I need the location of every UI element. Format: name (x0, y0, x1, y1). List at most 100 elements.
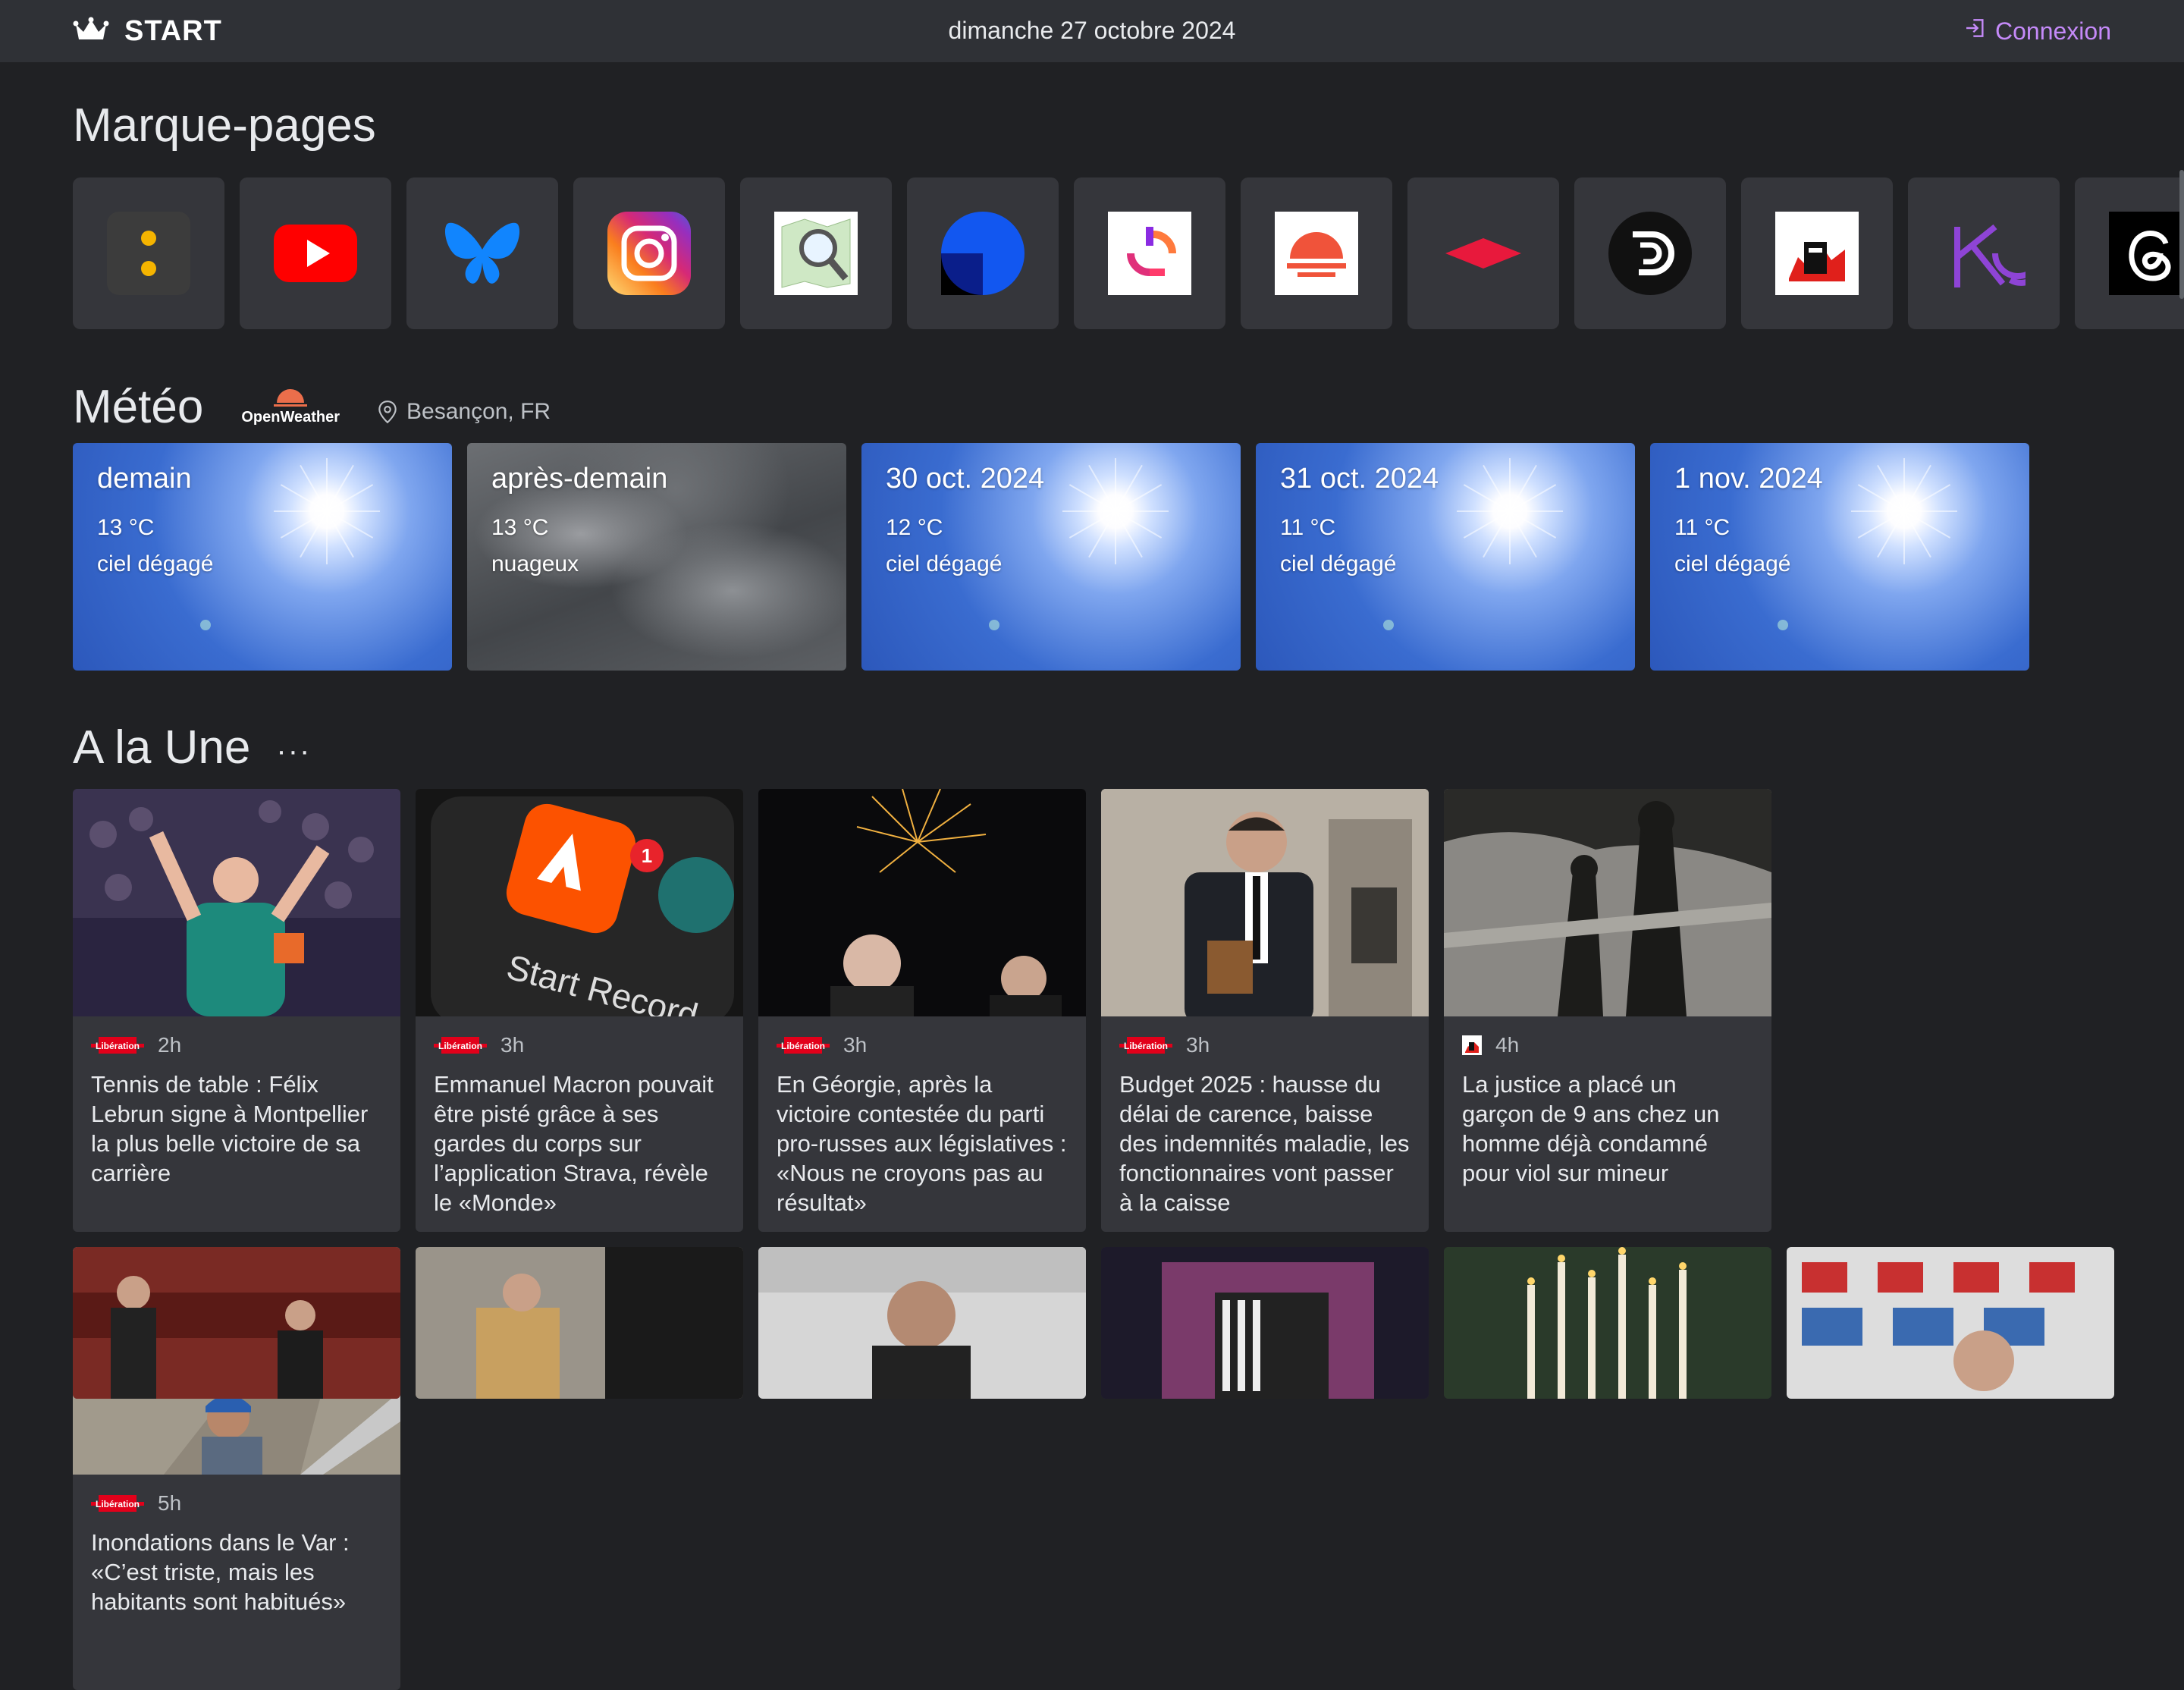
news-grid: Libération 2h Tennis de table : Félix Le… (73, 789, 2111, 1690)
liberation-logo-icon: Libération (1119, 1035, 1172, 1055)
liberation-logo-icon: Libération (434, 1035, 487, 1055)
brand[interactable]: START (73, 0, 222, 62)
newspaper-logo-icon (1775, 212, 1859, 295)
weather-day: 30 oct. 2024 (886, 463, 1045, 495)
bookmark-item[interactable] (1241, 177, 1392, 329)
weather-temp: 11 °C (1280, 515, 1336, 540)
weather-desc: ciel dégagé (886, 551, 1003, 576)
weather-desc: ciel dégagé (1674, 551, 1791, 576)
openweather-logo[interactable]: OpenWeather (241, 388, 340, 426)
news-card[interactable]: Libération 3h En Géorgie, après la victo… (758, 789, 1086, 1232)
bookmark-item[interactable] (1741, 177, 1893, 329)
bookmark-item[interactable] (240, 177, 391, 329)
news-card[interactable] (416, 1247, 743, 1399)
openweather-icon (274, 388, 308, 407)
weather-card[interactable]: demain 13 °C ciel dégagé (73, 443, 452, 671)
location-pin-icon (378, 401, 397, 424)
news-header: A la Une ··· (73, 713, 311, 781)
bookmark-item[interactable] (1574, 177, 1726, 329)
blue-circle-app-icon (941, 212, 1025, 295)
news-card[interactable]: Libération 3h Budget 2025 : hausse du dé… (1101, 789, 1429, 1232)
svg-text:Libération: Libération (781, 1041, 825, 1051)
weather-header: Météo OpenWeather Besançon, FR (73, 376, 551, 437)
brand-name: START (124, 14, 222, 47)
weather-day: 1 nov. 2024 (1674, 463, 1823, 495)
bookmark-item[interactable] (2075, 177, 2184, 329)
article-time: 5h (158, 1491, 182, 1515)
news-title: A la Une (73, 721, 251, 774)
login-button[interactable]: Connexion (1963, 0, 2111, 62)
bluesky-icon (441, 212, 524, 295)
purple-k-logo-icon (1942, 212, 2026, 295)
news-card[interactable]: 1 Start Record Libération 3h Emmanuel Ma… (416, 789, 743, 1232)
d-logo-icon (1608, 212, 1692, 295)
article-image (73, 789, 400, 1016)
news-card[interactable]: Libération 2h Tennis de table : Félix Le… (73, 789, 400, 1232)
bookmark-item[interactable] (73, 177, 224, 329)
weather-card[interactable]: 30 oct. 2024 12 °C ciel dégagé (861, 443, 1241, 671)
weather-temp: 12 °C (886, 515, 943, 540)
map-magnifier-icon (774, 212, 858, 295)
svg-text:1: 1 (642, 844, 652, 867)
weather-temp: 13 °C (491, 515, 549, 540)
bookmark-item[interactable] (406, 177, 558, 329)
weather-day: après-demain (491, 463, 668, 495)
top-bar: START dimanche 27 octobre 2024 Connexion (0, 0, 2184, 62)
weather-card[interactable]: 31 oct. 2024 11 °C ciel dégagé (1256, 443, 1635, 671)
article-title: Inondations dans le Var : «C’est triste,… (91, 1529, 350, 1615)
news-card[interactable] (1101, 1247, 1429, 1399)
liberation-logo-icon: Libération (91, 1035, 144, 1055)
svg-text:Libération: Libération (96, 1499, 140, 1509)
article-image (1787, 1247, 2114, 1399)
more-options-button[interactable]: ··· (276, 734, 311, 768)
svg-text:Libération: Libération (438, 1041, 482, 1051)
svg-text:Libération: Libération (1124, 1041, 1168, 1051)
bookmark-item[interactable] (907, 177, 1059, 329)
page-scrollbar[interactable] (2179, 170, 2184, 299)
article-time: 3h (1186, 1033, 1210, 1057)
colorful-swirl-app-icon (1108, 212, 1191, 295)
bookmark-item[interactable] (573, 177, 725, 329)
weather-title: Météo (73, 380, 204, 433)
instagram-icon (607, 212, 691, 295)
two-dots-app-icon (107, 212, 190, 295)
weather-card[interactable]: après-demain 13 °C nuageux (467, 443, 846, 671)
newspaper-source-icon (1462, 1035, 1482, 1055)
liberation-logo-icon: Libération (777, 1035, 830, 1055)
article-title: Emmanuel Macron pouvait être pisté grâce… (434, 1071, 714, 1216)
news-card[interactable]: 4h La justice a placé un garçon de 9 ans… (1444, 789, 1771, 1232)
weather-desc: nuageux (491, 551, 579, 576)
bookmark-item[interactable] (1908, 177, 2060, 329)
current-date: dimanche 27 octobre 2024 (948, 17, 1236, 44)
bookmarks-title: Marque-pages (73, 99, 376, 152)
crown-icon (73, 17, 109, 46)
article-image (73, 1247, 400, 1399)
article-time: 2h (158, 1033, 182, 1057)
weather-location[interactable]: Besançon, FR (378, 399, 551, 425)
bookmarks-bar (73, 177, 2184, 331)
youtube-icon (274, 212, 357, 295)
bookmark-item[interactable] (1074, 177, 1225, 329)
bookmark-item[interactable] (1407, 177, 1559, 329)
news-card[interactable] (73, 1247, 400, 1399)
article-image (1101, 789, 1429, 1016)
article-title: Tennis de table : Félix Lebrun signe à M… (91, 1071, 369, 1186)
red-diamond-icon (1442, 212, 1525, 295)
weather-desc: ciel dégagé (97, 551, 214, 576)
article-time: 3h (843, 1033, 868, 1057)
weather-card[interactable]: 1 nov. 2024 11 °C ciel dégagé (1650, 443, 2029, 671)
weather-temp: 13 °C (97, 515, 155, 540)
news-card[interactable] (1787, 1247, 2114, 1399)
weather-day: 31 oct. 2024 (1280, 463, 1439, 495)
weather-forecast: demain 13 °C ciel dégagé après-demain 13… (73, 443, 2029, 671)
news-card[interactable] (758, 1247, 1086, 1399)
article-image: 1 Start Record (416, 789, 743, 1016)
article-image (1444, 1247, 1771, 1399)
login-label: Connexion (1995, 17, 2111, 45)
article-time: 3h (500, 1033, 525, 1057)
login-icon (1963, 16, 1988, 46)
news-card[interactable] (1444, 1247, 1771, 1399)
threads-icon (2109, 212, 2184, 295)
bookmark-item[interactable] (740, 177, 892, 329)
article-title: La justice a placé un garçon de 9 ans ch… (1462, 1071, 1720, 1186)
